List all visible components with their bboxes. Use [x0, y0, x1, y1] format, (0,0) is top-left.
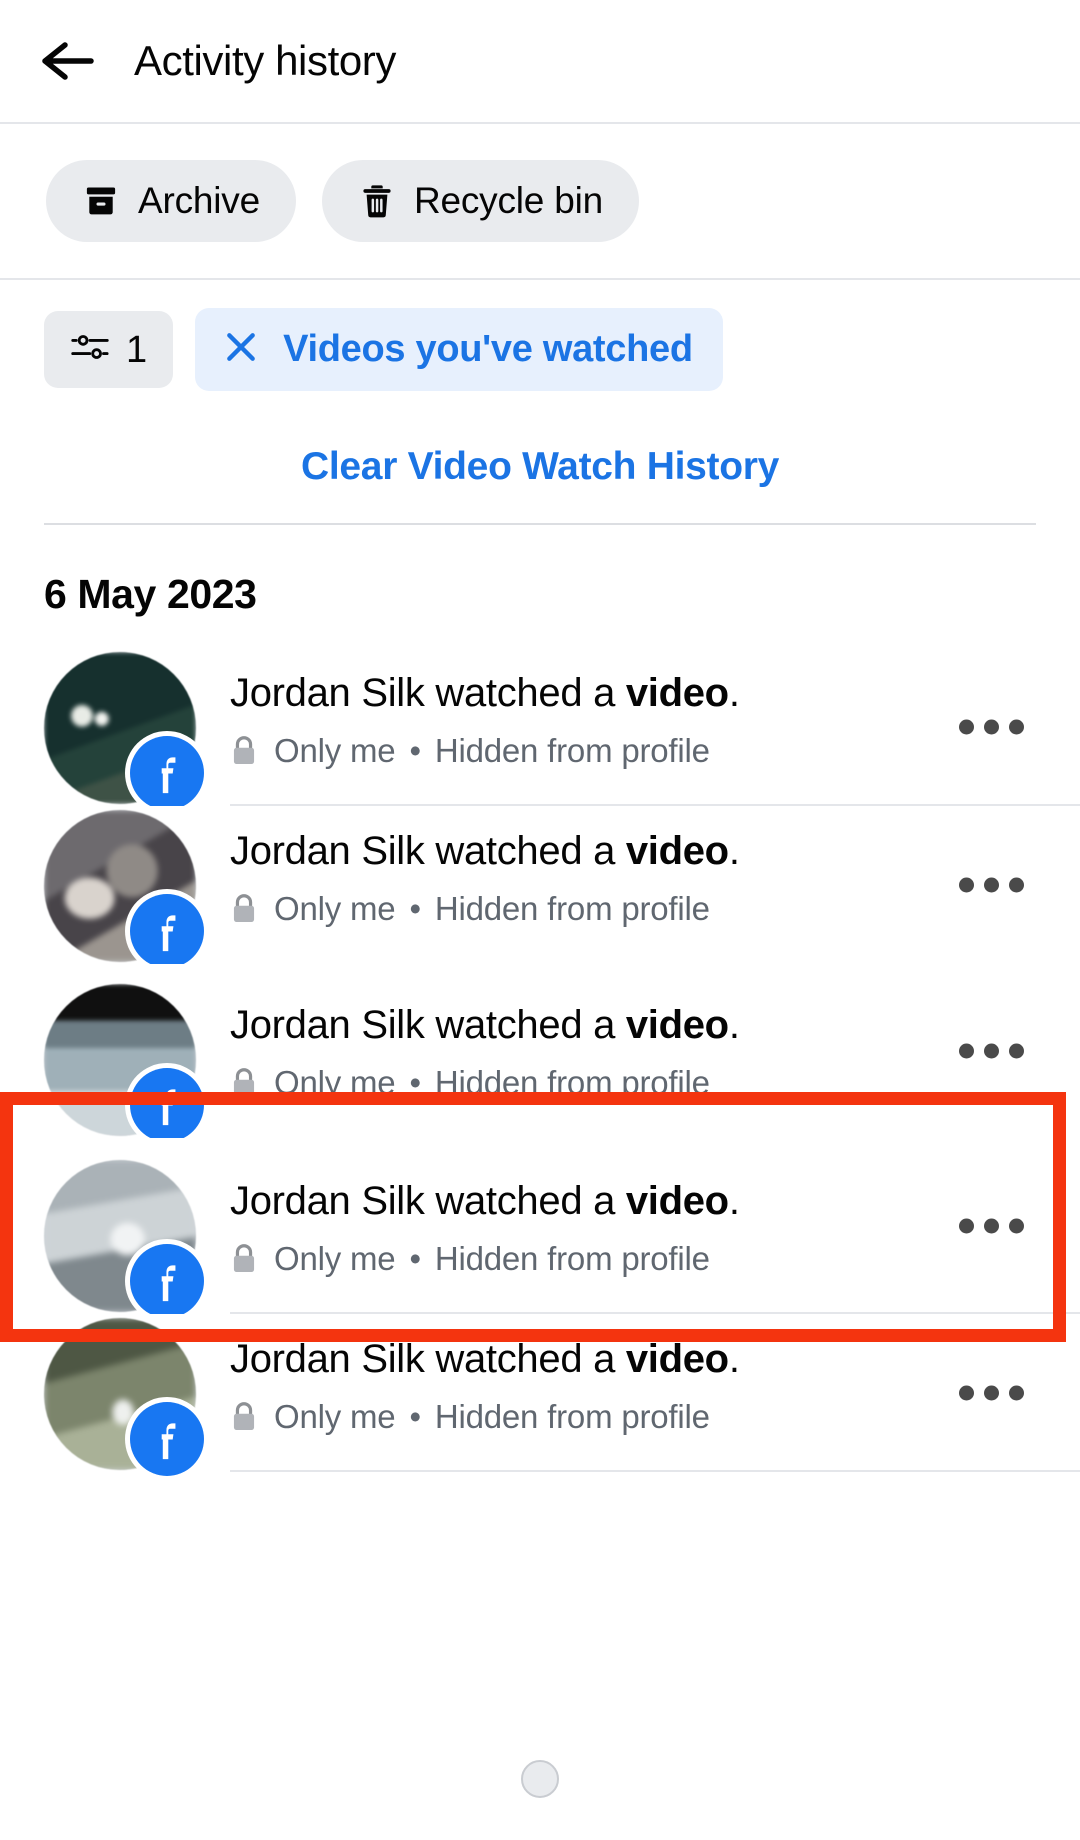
lock-icon	[230, 1400, 260, 1434]
ellipsis-dot	[984, 1219, 999, 1234]
activity-row-highlighted[interactable]: Jordan Silk watched a video. Only me • H…	[0, 964, 1080, 1138]
activity-privacy: Only me	[274, 1064, 395, 1102]
ellipsis-dot	[959, 720, 974, 735]
activity-visibility: Hidden from profile	[435, 890, 710, 928]
activity-meta-separator: •	[409, 1064, 420, 1102]
page-title: Activity history	[134, 37, 396, 85]
clear-video-watch-history-button[interactable]: Clear Video Watch History	[301, 445, 779, 489]
archive-chip[interactable]: Archive	[46, 160, 296, 242]
activity-visibility: Hidden from profile	[435, 732, 710, 770]
activity-meta-separator: •	[409, 732, 420, 770]
close-x-icon[interactable]	[221, 327, 261, 372]
facebook-badge	[130, 1068, 204, 1142]
activity-thumbnail[interactable]	[44, 1318, 196, 1470]
activity-row-content: Jordan Silk watched a video. Only me • H…	[196, 1314, 1080, 1472]
activity-title-bold: video	[626, 671, 729, 715]
activity-privacy: Only me	[274, 732, 395, 770]
activity-privacy: Only me	[274, 890, 395, 928]
activity-visibility: Hidden from profile	[435, 1398, 710, 1436]
activity-row-content: Jordan Silk watched a video. Only me • H…	[196, 648, 1080, 806]
activity-list: Jordan Silk watched a video. Only me • H…	[0, 648, 1080, 1472]
activity-title-prefix: Jordan Silk watched a	[230, 1179, 626, 1223]
activity-title-prefix: Jordan Silk watched a	[230, 1337, 626, 1381]
activity-title-suffix: .	[729, 1179, 740, 1223]
top-app-bar: Activity history	[0, 0, 1080, 124]
shortcut-chip-row: Archive Recycle bin	[0, 124, 1080, 280]
ellipsis-dot	[959, 1219, 974, 1234]
activity-title-bold: video	[626, 1179, 729, 1223]
ellipsis-icon[interactable]	[951, 706, 1032, 749]
back-button[interactable]	[40, 33, 96, 89]
facebook-badge	[130, 894, 204, 968]
ellipsis-dot	[1009, 1044, 1024, 1059]
facebook-badge	[130, 1402, 204, 1476]
activity-visibility: Hidden from profile	[435, 1064, 710, 1102]
activity-title-prefix: Jordan Silk watched a	[230, 829, 626, 873]
activity-title-prefix: Jordan Silk watched a	[230, 1003, 626, 1047]
trash-bin-icon	[358, 182, 396, 220]
lock-icon	[230, 734, 260, 768]
activity-privacy: Only me	[274, 1398, 395, 1436]
activity-thumbnail[interactable]	[44, 652, 196, 804]
recycle-bin-chip[interactable]: Recycle bin	[322, 160, 639, 242]
ellipsis-dot	[984, 1044, 999, 1059]
ellipsis-dot	[984, 720, 999, 735]
filter-sliders-icon	[70, 329, 110, 370]
active-filter-chip[interactable]: Videos you've watched	[195, 308, 723, 391]
ellipsis-icon[interactable]	[951, 1030, 1032, 1073]
row-separator	[230, 1470, 1080, 1472]
activity-row[interactable]: Jordan Silk watched a video. Only me • H…	[0, 1314, 1080, 1472]
activity-row-content: Jordan Silk watched a video. Only me • H…	[196, 1156, 1080, 1314]
activity-row[interactable]: Jordan Silk watched a video. Only me • H…	[0, 1138, 1080, 1314]
recycle-bin-chip-label: Recycle bin	[414, 180, 603, 222]
date-group-header: 6 May 2023	[0, 525, 1080, 648]
activity-title-suffix: .	[729, 1337, 740, 1381]
activity-meta-separator: •	[409, 1398, 420, 1436]
activity-row[interactable]: Jordan Silk watched a video. Only me • H…	[0, 648, 1080, 806]
activity-privacy: Only me	[274, 1240, 395, 1278]
archive-chip-label: Archive	[138, 180, 260, 222]
ellipsis-dot	[1009, 1386, 1024, 1401]
activity-title-prefix: Jordan Silk watched a	[230, 671, 626, 715]
activity-row-content: Jordan Silk watched a video. Only me • H…	[196, 806, 1080, 964]
clear-history-row: Clear Video Watch History	[0, 409, 1080, 523]
activity-thumbnail[interactable]	[44, 984, 196, 1136]
ellipsis-icon[interactable]	[951, 1372, 1032, 1415]
activity-meta-separator: •	[409, 1240, 420, 1278]
activity-row[interactable]: Jordan Silk watched a video. Only me • H…	[0, 806, 1080, 964]
ellipsis-icon[interactable]	[951, 1205, 1032, 1248]
activity-visibility: Hidden from profile	[435, 1240, 710, 1278]
arrow-left-icon	[41, 39, 95, 83]
ellipsis-dot	[1009, 1219, 1024, 1234]
activity-thumbnail[interactable]	[44, 810, 196, 962]
facebook-badge	[130, 736, 204, 810]
activity-title-bold: video	[626, 1003, 729, 1047]
archive-box-icon	[82, 182, 120, 220]
ellipsis-dot	[1009, 878, 1024, 893]
ellipsis-dot	[959, 878, 974, 893]
activity-meta-separator: •	[409, 890, 420, 928]
lock-icon	[230, 1066, 260, 1100]
ellipsis-dot	[1009, 720, 1024, 735]
activity-thumbnail[interactable]	[44, 1160, 196, 1312]
activity-title-bold: video	[626, 829, 729, 873]
activity-title-suffix: .	[729, 829, 740, 873]
activity-title-suffix: .	[729, 671, 740, 715]
filter-toggle-button[interactable]: 1	[44, 311, 173, 388]
filter-count-label: 1	[126, 331, 147, 369]
filter-row: 1 Videos you've watched	[0, 280, 1080, 409]
activity-row-content: Jordan Silk watched a video. Only me • H…	[196, 980, 1080, 1138]
ellipsis-dot	[984, 1386, 999, 1401]
facebook-badge	[130, 1244, 204, 1318]
ellipsis-icon[interactable]	[951, 864, 1032, 907]
ellipsis-dot	[959, 1044, 974, 1059]
home-indicator[interactable]	[521, 1760, 559, 1798]
active-filter-label: Videos you've watched	[283, 328, 693, 371]
lock-icon	[230, 892, 260, 926]
ellipsis-dot	[984, 878, 999, 893]
activity-title-suffix: .	[729, 1003, 740, 1047]
lock-icon	[230, 1242, 260, 1276]
ellipsis-dot	[959, 1386, 974, 1401]
activity-title-bold: video	[626, 1337, 729, 1381]
